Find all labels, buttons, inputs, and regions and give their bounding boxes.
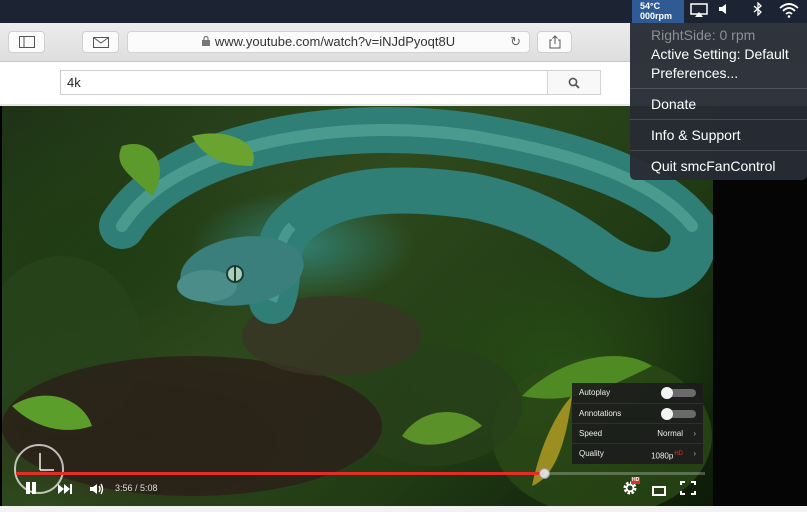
pause-icon	[26, 482, 36, 494]
menu-item-donate[interactable]: Donate	[630, 96, 807, 112]
menu-item-quit[interactable]: Quit smcFanControl	[630, 158, 807, 174]
search-button[interactable]	[547, 70, 601, 95]
annotations-toggle-knob	[661, 408, 673, 420]
annotations-label: Annotations	[579, 409, 622, 418]
search-icon	[568, 77, 580, 89]
menu-separator	[630, 150, 807, 151]
next-button[interactable]	[55, 482, 75, 498]
page-bottom	[0, 506, 807, 512]
autoplay-toggle-knob	[661, 387, 673, 399]
url-text: www.youtube.com/watch?v=iNJdPyoqt8U	[214, 34, 456, 49]
volume-button[interactable]	[88, 482, 106, 498]
fan-speed-readout: 000rpm	[640, 11, 673, 21]
volume-icon	[90, 483, 104, 495]
autoplay-toggle[interactable]	[661, 387, 696, 399]
annotations-toggle[interactable]	[661, 408, 696, 420]
reload-icon[interactable]: ↻	[510, 32, 521, 52]
menubar: 54°C 000rpm	[0, 0, 807, 23]
quality-value-text: 1080p	[651, 451, 674, 461]
autoplay-label: Autoplay	[579, 388, 611, 397]
menu-item-active-setting[interactable]: Active Setting: Default	[630, 46, 807, 62]
fullscreen-icon	[680, 481, 696, 495]
fan-control-menu: RightSide: 0 rpm Active Setting: Default…	[630, 23, 807, 180]
settings-hd-badge: HD	[631, 477, 641, 484]
temperature-readout: 54°C	[640, 1, 661, 11]
menu-item-fan-status: RightSide: 0 rpm	[651, 27, 756, 43]
menu-item-info-support[interactable]: Info & Support	[630, 127, 807, 143]
speed-row[interactable]: Speed Normal ›	[572, 423, 703, 443]
wifi-icon[interactable]	[778, 2, 800, 20]
chevron-right-icon: ›	[693, 429, 696, 438]
theater-mode-button[interactable]	[650, 483, 668, 497]
time-display: 3:56 / 5:08	[115, 483, 158, 493]
fullscreen-button[interactable]	[678, 481, 698, 497]
search-input[interactable]	[60, 70, 547, 95]
address-bar[interactable]: www.youtube.com/watch?v=iNJdPyoqt8U ↻	[127, 31, 530, 53]
progress-played	[16, 472, 544, 475]
quality-hd-badge: HD	[674, 451, 683, 457]
airplay-icon[interactable]	[689, 2, 709, 20]
duration: 5:08	[140, 483, 158, 493]
quality-value: 1080pHD	[651, 444, 683, 467]
sidebar-icon	[18, 36, 35, 48]
menu-separator	[630, 119, 807, 120]
progress-bar[interactable]	[16, 468, 705, 479]
volume-icon[interactable]	[716, 2, 732, 20]
mail-button[interactable]	[82, 31, 119, 53]
settings-button[interactable]: HD	[620, 477, 641, 498]
annotations-row[interactable]: Annotations	[572, 403, 703, 423]
progress-thumb[interactable]	[538, 468, 550, 479]
pause-button[interactable]	[22, 481, 40, 497]
theater-icon	[652, 486, 666, 496]
player-settings-panel: Autoplay Annotations Speed Normal › Qual…	[572, 383, 703, 464]
speed-value: Normal	[657, 429, 683, 438]
bluetooth-icon[interactable]	[750, 1, 766, 20]
quality-row[interactable]: Quality 1080pHD ›	[572, 443, 703, 463]
share-icon	[549, 35, 560, 49]
current-time: 3:56	[115, 483, 133, 493]
next-icon	[58, 484, 72, 494]
menu-item-preferences[interactable]: Preferences...	[630, 65, 807, 81]
speed-label: Speed	[579, 429, 603, 438]
share-button[interactable]	[537, 31, 572, 53]
autoplay-row[interactable]: Autoplay	[572, 383, 703, 403]
lock-icon	[201, 34, 210, 54]
menu-separator	[630, 88, 807, 89]
quality-label: Quality	[579, 449, 604, 458]
chevron-right-icon: ›	[693, 449, 696, 458]
mail-icon	[92, 37, 109, 48]
sidebar-button[interactable]	[8, 31, 45, 53]
fan-control-status[interactable]: 54°C 000rpm	[632, 0, 684, 23]
